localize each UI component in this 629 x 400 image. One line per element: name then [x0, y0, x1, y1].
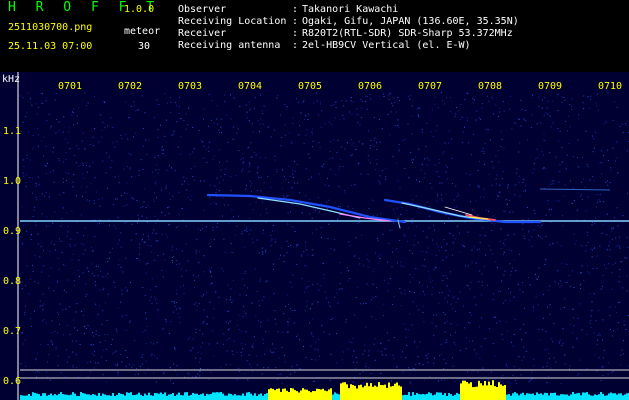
- receiver-value: R820T2(RTL-SDR) SDR-Sharp 53.372MHz: [302, 28, 513, 39]
- y-tick-label: 0.6: [3, 376, 21, 387]
- y-tick-label: 0.7: [3, 326, 21, 337]
- observer-label: Observer: [178, 4, 227, 15]
- location-separator: :: [292, 16, 299, 27]
- observer-value: Takanori Kawachi: [302, 4, 399, 15]
- x-tick-label: 0710: [598, 81, 622, 92]
- frequency-unit-label: kHz: [2, 74, 21, 85]
- x-tick-label: 0708: [478, 81, 502, 92]
- spectrogram: 0701 0702 0703 0704 0705 0706 0707 0708 …: [0, 72, 629, 400]
- x-tick-label: 0707: [418, 81, 442, 92]
- observer-separator: :: [292, 4, 299, 15]
- y-tick-label: 0.8: [3, 276, 21, 287]
- x-tick-label: 0702: [118, 81, 142, 92]
- x-tick-label: 0709: [538, 81, 562, 92]
- header-panel: H R O F F T 1.0.0 2511030700.png meteor …: [0, 0, 629, 72]
- observation-datetime: 25.11.03 07:00: [8, 41, 93, 52]
- y-tick-label: 0.9: [3, 226, 21, 237]
- location-label: Receiving Location: [178, 16, 287, 27]
- app-version: 1.0.0: [124, 4, 155, 15]
- x-tick-label: 0703: [178, 81, 202, 92]
- file-name: 2511030700.png: [8, 22, 93, 33]
- x-tick-label: 0701: [58, 81, 82, 92]
- x-tick-label: 0706: [358, 81, 382, 92]
- antenna-value: 2el-HB9CV Vertical (el. E-W): [302, 40, 471, 51]
- x-tick-label: 0705: [298, 81, 322, 92]
- antenna-label: Receiving antenna: [178, 40, 281, 51]
- antenna-separator: :: [292, 40, 299, 51]
- receiver-separator: :: [292, 28, 299, 39]
- y-tick-label: 1.0: [3, 176, 21, 187]
- y-tick-label: 1.1: [3, 126, 21, 137]
- receiver-label: Receiver: [178, 28, 227, 39]
- category-label: meteor: [124, 26, 161, 37]
- meteor-count: 30: [138, 41, 151, 52]
- location-value: Ogaki, Gifu, JAPAN (136.60E, 35.35N): [302, 16, 519, 27]
- x-tick-label: 0704: [238, 81, 262, 92]
